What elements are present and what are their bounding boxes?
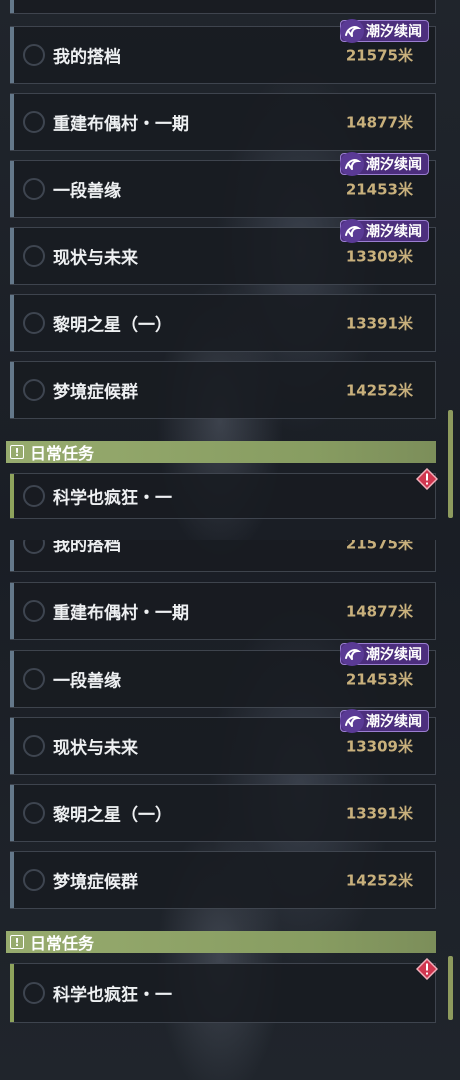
daily-quest-row-accent (10, 964, 14, 1022)
quest-row-accent (10, 362, 14, 418)
exclamation-box-icon: ! (10, 935, 24, 949)
quest-list-panel-bottom: 我的搭档 21575米 重建布偶村・一期 14877米 一段善缘 21453米 … (0, 540, 460, 1080)
tidal-swirl-icon (340, 219, 364, 243)
quest-list-panel-top: 我的搭档 21575米 重建布偶村・一期 14877米 一段善缘 21453米 … (0, 0, 460, 540)
quest-title: 现状与未来 (53, 248, 138, 269)
track-radio[interactable] (23, 178, 45, 200)
tidal-swirl-icon (340, 642, 364, 666)
quest-row-accent (10, 852, 14, 908)
quest-title: 科学也疯狂・一 (53, 488, 172, 509)
quest-distance: 14877米 (345, 113, 413, 132)
quest-title: 科学也疯狂・一 (53, 985, 172, 1006)
quest-row-accent (10, 540, 14, 571)
quest-distance: 21575米 (345, 46, 413, 65)
daily-quest-row-accent (10, 474, 14, 518)
quest-row-accent (10, 718, 14, 774)
quest-title: 我的搭档 (53, 540, 121, 556)
quest-row[interactable]: 重建布偶村・一期 14877米 (10, 582, 436, 640)
quest-row-accent (10, 161, 14, 217)
scrollbar-thumb[interactable] (448, 956, 453, 1020)
quest-title: 梦境症候群 (53, 382, 138, 403)
tidal-tag-label: 潮汐续闻 (366, 24, 422, 40)
quest-row[interactable]: 我的搭档 21575米 (10, 540, 436, 572)
quest-title: 黎明之星（一） (53, 805, 172, 826)
tidal-swirl-icon (340, 19, 364, 43)
quest-row-accent (10, 785, 14, 841)
track-radio[interactable] (23, 802, 45, 824)
daily-quest-row[interactable]: 科学也疯狂・一 (10, 473, 436, 519)
quest-row-top-edge (10, 0, 436, 14)
tidal-event-tag: 潮汐续闻 (340, 219, 429, 243)
quest-row-accent (10, 583, 14, 639)
quest-title: 梦境症候群 (53, 872, 138, 893)
quest-row-accent (10, 651, 14, 707)
track-radio[interactable] (23, 485, 45, 507)
track-radio[interactable] (23, 111, 45, 133)
quest-distance: 13391米 (345, 314, 413, 333)
tidal-event-tag: 潮汐续闻 (340, 642, 429, 666)
track-radio[interactable] (23, 540, 45, 554)
quest-title: 一段善缘 (53, 181, 121, 202)
tidal-tag-label: 潮汐续闻 (366, 224, 422, 240)
track-radio[interactable] (23, 379, 45, 401)
tidal-swirl-icon (340, 152, 364, 176)
quest-distance: 14252米 (345, 871, 413, 890)
quest-row-accent (10, 295, 14, 351)
quest-row[interactable]: 黎明之星（一） 13391米 (10, 294, 436, 352)
track-radio[interactable] (23, 668, 45, 690)
quest-distance: 14877米 (345, 602, 413, 621)
quest-title: 黎明之星（一） (53, 315, 172, 336)
quest-title: 现状与未来 (53, 738, 138, 759)
quest-row-accent (10, 228, 14, 284)
quest-distance: 21453米 (345, 670, 413, 689)
daily-quests-header: ! 日常任务 (6, 441, 436, 463)
daily-quests-header-label: 日常任务 (30, 934, 95, 953)
track-radio[interactable] (23, 600, 45, 622)
quest-title: 一段善缘 (53, 671, 121, 692)
tidal-swirl-icon (340, 709, 364, 733)
quest-distance: 21575米 (345, 540, 413, 553)
exclamation-box-icon: ! (10, 445, 24, 459)
scrollbar-thumb[interactable] (448, 410, 453, 518)
red-diamond-exclamation-icon (416, 958, 438, 980)
daily-quests-header: ! 日常任务 (6, 931, 436, 953)
track-radio[interactable] (23, 245, 45, 267)
quest-row-accent (10, 94, 14, 150)
quest-distance: 13391米 (345, 804, 413, 823)
daily-quests-header-label: 日常任务 (30, 444, 95, 463)
tidal-event-tag: 潮汐续闻 (340, 709, 429, 733)
tidal-tag-label: 潮汐续闻 (366, 157, 422, 173)
quest-distance: 14252米 (345, 381, 413, 400)
track-radio[interactable] (23, 312, 45, 334)
quest-row-accent (10, 27, 14, 83)
track-radio[interactable] (23, 735, 45, 757)
quest-title: 重建布偶村・一期 (53, 603, 189, 624)
daily-quest-row[interactable]: 科学也疯狂・一 (10, 963, 436, 1023)
quest-distance: 21453米 (345, 180, 413, 199)
quest-title: 重建布偶村・一期 (53, 114, 189, 135)
quest-row[interactable]: 梦境症候群 14252米 (10, 361, 436, 419)
quest-distance: 13309米 (345, 247, 413, 266)
quest-row[interactable]: 梦境症候群 14252米 (10, 851, 436, 909)
quest-row[interactable]: 重建布偶村・一期 14877米 (10, 93, 436, 151)
tidal-event-tag: 潮汐续闻 (340, 152, 429, 176)
quest-row[interactable]: 黎明之星（一） 13391米 (10, 784, 436, 842)
track-radio[interactable] (23, 869, 45, 891)
track-radio[interactable] (23, 44, 45, 66)
quest-row-accent (10, 0, 14, 13)
tidal-event-tag: 潮汐续闻 (340, 19, 429, 43)
quest-distance: 13309米 (345, 737, 413, 756)
quest-title: 我的搭档 (53, 47, 121, 68)
red-diamond-exclamation-icon (416, 468, 438, 490)
track-radio[interactable] (23, 982, 45, 1004)
tidal-tag-label: 潮汐续闻 (366, 714, 422, 730)
tidal-tag-label: 潮汐续闻 (366, 647, 422, 663)
